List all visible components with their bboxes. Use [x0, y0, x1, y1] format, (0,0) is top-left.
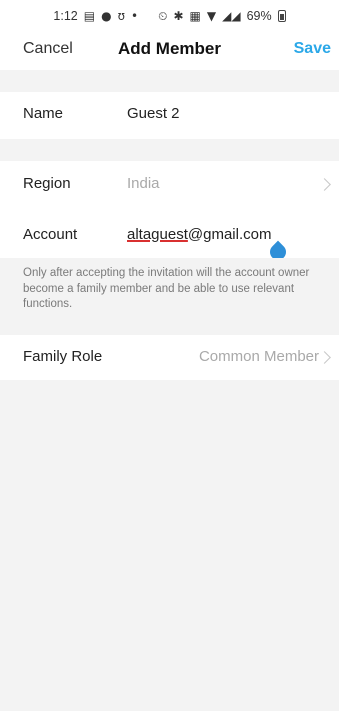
- region-label: Region: [23, 175, 71, 192]
- region-value: India: [127, 175, 160, 192]
- account-domain: @gmail.com: [187, 226, 272, 243]
- app-notification-icon: ʊ: [117, 9, 125, 23]
- account-row[interactable]: Account altaguest@gmail.com: [0, 208, 339, 258]
- battery-percent: 69%: [246, 9, 272, 23]
- account-username: altaguest: [127, 226, 188, 243]
- battery-icon: [277, 10, 286, 22]
- region-row[interactable]: Region India: [0, 161, 339, 208]
- chat-notification-icon: ●: [101, 9, 112, 23]
- gallery-notification-icon: ▤: [83, 9, 96, 23]
- chevron-right-icon: [318, 351, 331, 364]
- bluetooth-icon: ✱: [173, 9, 184, 23]
- account-label: Account: [23, 226, 78, 243]
- page-title: Add Member: [118, 39, 221, 58]
- status-bar: 1:12 ▤ ● ʊ • ⏲ ✱ ▦ ▼ ◢◢ 69%: [0, 0, 339, 32]
- save-button[interactable]: Save: [294, 40, 331, 58]
- family-role-row[interactable]: Family Role Common Member: [0, 335, 339, 380]
- name-label: Name: [23, 105, 64, 122]
- add-member-screen: 1:12 ▤ ● ʊ • ⏲ ✱ ▦ ▼ ◢◢ 69% Cancel Add M…: [0, 0, 339, 711]
- section-gap: [0, 139, 339, 161]
- nav-header: Cancel Add Member Save: [0, 32, 339, 70]
- account-field[interactable]: altaguest@gmail.com: [127, 226, 271, 243]
- dot-icon: •: [131, 9, 139, 23]
- family-role-label: Family Role: [23, 348, 103, 365]
- invitation-note-text: Only after accepting the invitation will…: [23, 267, 310, 310]
- alarm-icon: ⏲: [158, 9, 168, 23]
- family-role-value: Common Member: [198, 348, 319, 365]
- signal-icon: ◢◢: [222, 9, 241, 23]
- chevron-right-icon: [318, 178, 331, 191]
- name-field[interactable]: Guest 2: [127, 105, 180, 122]
- invitation-note: Only after accepting the invitation will…: [0, 258, 339, 328]
- wifi-icon: ▼: [206, 9, 217, 23]
- section-gap: [0, 70, 339, 92]
- volte-icon: ▦: [189, 9, 201, 23]
- status-time: 1:12: [53, 9, 78, 23]
- name-row[interactable]: Name Guest 2: [0, 92, 339, 139]
